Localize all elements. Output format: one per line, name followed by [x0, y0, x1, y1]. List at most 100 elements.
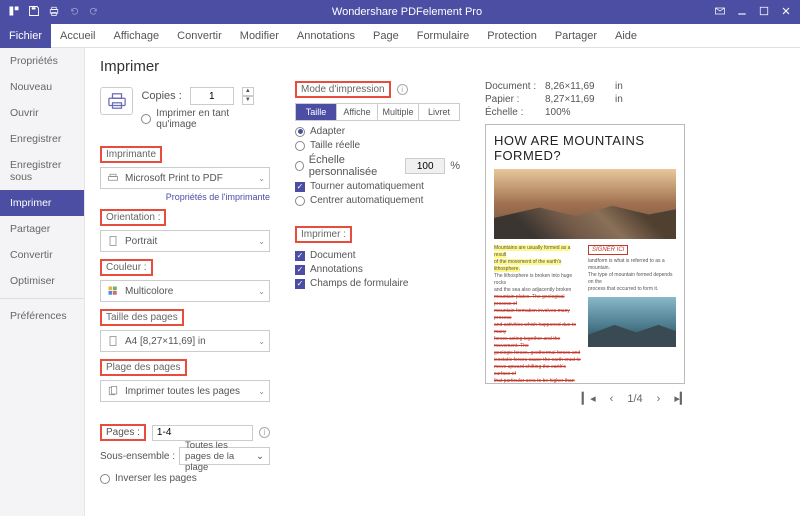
preview-hero-image [494, 169, 676, 239]
copies-step-up[interactable]: ▲ [242, 87, 254, 96]
preview-column: Document :8,26×11,69in Papier :8,27×11,6… [485, 58, 785, 506]
menu-accueil[interactable]: Accueil [51, 24, 104, 48]
undo-icon[interactable] [68, 5, 80, 20]
color-select[interactable]: Multicolore ⌄ [100, 280, 270, 302]
customscale-input[interactable] [405, 158, 445, 174]
pages-input[interactable] [152, 425, 253, 441]
copies-input[interactable] [190, 87, 234, 105]
menu-protection[interactable]: Protection [478, 24, 546, 48]
print-as-image-radio[interactable] [141, 114, 151, 124]
pagesize-select[interactable]: A4 [8,27×11,69] in ⌄ [100, 330, 270, 352]
autorotate-label: Tourner automatiquement [310, 181, 424, 192]
minimize-icon[interactable] [736, 5, 748, 20]
chevron-down-icon: ⌄ [258, 237, 265, 246]
menu-convertir[interactable]: Convertir [168, 24, 231, 48]
title-bar: Wondershare PDFelement Pro [0, 0, 800, 24]
copies-step-down[interactable]: ▼ [242, 96, 254, 105]
menu-partager[interactable]: Partager [546, 24, 606, 48]
subset-select[interactable]: Toutes les pages de la plage ⌄ [179, 447, 270, 465]
redo-icon[interactable] [88, 5, 100, 20]
pagesize-section-label: Taille des pages [100, 309, 184, 326]
pages-icon [105, 385, 121, 397]
customscale-radio[interactable] [295, 161, 304, 171]
app-logo-icon [8, 5, 20, 20]
percent-label: % [450, 160, 460, 172]
realsize-radio[interactable] [295, 141, 305, 151]
subset-value: Toutes les pages de la plage [185, 440, 256, 473]
menu-fichier[interactable]: Fichier [0, 24, 51, 48]
signer-badge: SIGNER ICI [588, 245, 628, 255]
sidebar-save-as[interactable]: Enregistrer sous [0, 152, 84, 190]
pagerange-section-label: Plage des pages [100, 359, 187, 376]
printer-properties-link[interactable]: Propriétés de l'imprimante [100, 192, 270, 202]
pagerange-select[interactable]: Imprimer toutes les pages ⌄ [100, 380, 270, 402]
maximize-icon[interactable] [758, 5, 770, 20]
sidebar-new[interactable]: Nouveau [0, 74, 84, 100]
mode-section-label: Mode d'impression [295, 81, 391, 98]
adapt-radio[interactable] [295, 127, 305, 137]
mode-tabs: Taille Affiche Multiple Livret [295, 103, 460, 121]
app-title: Wondershare PDFelement Pro [100, 6, 714, 18]
scale-value: 100% [545, 107, 615, 118]
printer-select[interactable]: Microsoft Print to PDF ⌄ [100, 167, 270, 189]
orientation-value: Portrait [121, 236, 258, 247]
sidebar-convert[interactable]: Convertir [0, 242, 84, 268]
color-value: Multicolore [121, 286, 258, 297]
info-icon[interactable]: i [259, 427, 270, 438]
orientation-select[interactable]: Portrait ⌄ [100, 230, 270, 252]
autorotate-check[interactable] [295, 182, 305, 192]
multicolor-icon [105, 285, 121, 297]
chevron-down-icon: ⌄ [256, 451, 264, 462]
menu-formulaire[interactable]: Formulaire [408, 24, 479, 48]
sidebar-divider [0, 298, 84, 299]
pagerange-value: Imprimer toutes les pages [121, 386, 258, 397]
page-title: Imprimer [100, 58, 270, 75]
sidebar-properties[interactable]: Propriétés [0, 48, 84, 74]
save-icon[interactable] [28, 5, 40, 20]
doc-label: Document : [485, 81, 545, 92]
pager-prev-icon[interactable]: ‹ [610, 393, 614, 405]
mode-tab-poster[interactable]: Affiche [337, 104, 378, 120]
print-what-section-label: Imprimer : [295, 226, 352, 243]
document-label: Document [310, 250, 356, 261]
chevron-down-icon: ⌄ [258, 337, 265, 346]
preview-second-image [588, 297, 676, 347]
pager-first-icon[interactable]: ▎◂ [582, 392, 596, 405]
printer-value: Microsoft Print to PDF [121, 173, 258, 184]
printer-small-icon [105, 172, 121, 184]
menu-page[interactable]: Page [364, 24, 408, 48]
print-settings-column: Imprimer Copies : ▲ ▼ [100, 58, 270, 506]
menu-annotations[interactable]: Annotations [288, 24, 364, 48]
printer-device-icon[interactable] [100, 87, 133, 115]
print-mode-column: Mode d'impression i Taille Affiche Multi… [295, 58, 460, 506]
menu-modifier[interactable]: Modifier [231, 24, 288, 48]
mode-tab-size[interactable]: Taille [296, 104, 337, 120]
pager-text: 1/4 [627, 393, 642, 405]
formfields-check[interactable] [295, 279, 305, 289]
mode-tab-multiple[interactable]: Multiple [378, 104, 419, 120]
page-preview: HOW ARE MOUNTAINS FORMED? Mountains are … [485, 124, 685, 384]
sidebar-print[interactable]: Imprimer [0, 190, 84, 216]
sidebar-share[interactable]: Partager [0, 216, 84, 242]
menu-affichage[interactable]: Affichage [104, 24, 168, 48]
printer-section-label: Imprimante [100, 146, 162, 163]
autocenter-radio[interactable] [295, 196, 305, 206]
preview-text-left: Mountains are usually formed as a result… [494, 245, 582, 384]
menu-aide[interactable]: Aide [606, 24, 646, 48]
preview-text-right: SIGNER ICI landform is what is referred … [588, 245, 676, 384]
mode-tab-booklet[interactable]: Livret [419, 104, 459, 120]
close-icon[interactable] [780, 5, 792, 20]
annotations-check[interactable] [295, 265, 305, 275]
pager-next-icon[interactable]: › [657, 393, 661, 405]
sidebar-optimize[interactable]: Optimiser [0, 268, 84, 294]
print-icon[interactable] [48, 5, 60, 20]
sidebar-open[interactable]: Ouvrir [0, 100, 84, 126]
preview-pager: ▎◂ ‹ 1/4 › ▸▎ [485, 392, 785, 405]
sidebar-save[interactable]: Enregistrer [0, 126, 84, 152]
document-check[interactable] [295, 251, 305, 261]
reverse-pages-radio[interactable] [100, 474, 110, 484]
mail-icon[interactable] [714, 5, 726, 20]
info-icon[interactable]: i [397, 84, 408, 95]
sidebar-preferences[interactable]: Préférences [0, 303, 84, 329]
pager-last-icon[interactable]: ▸▎ [674, 392, 688, 405]
